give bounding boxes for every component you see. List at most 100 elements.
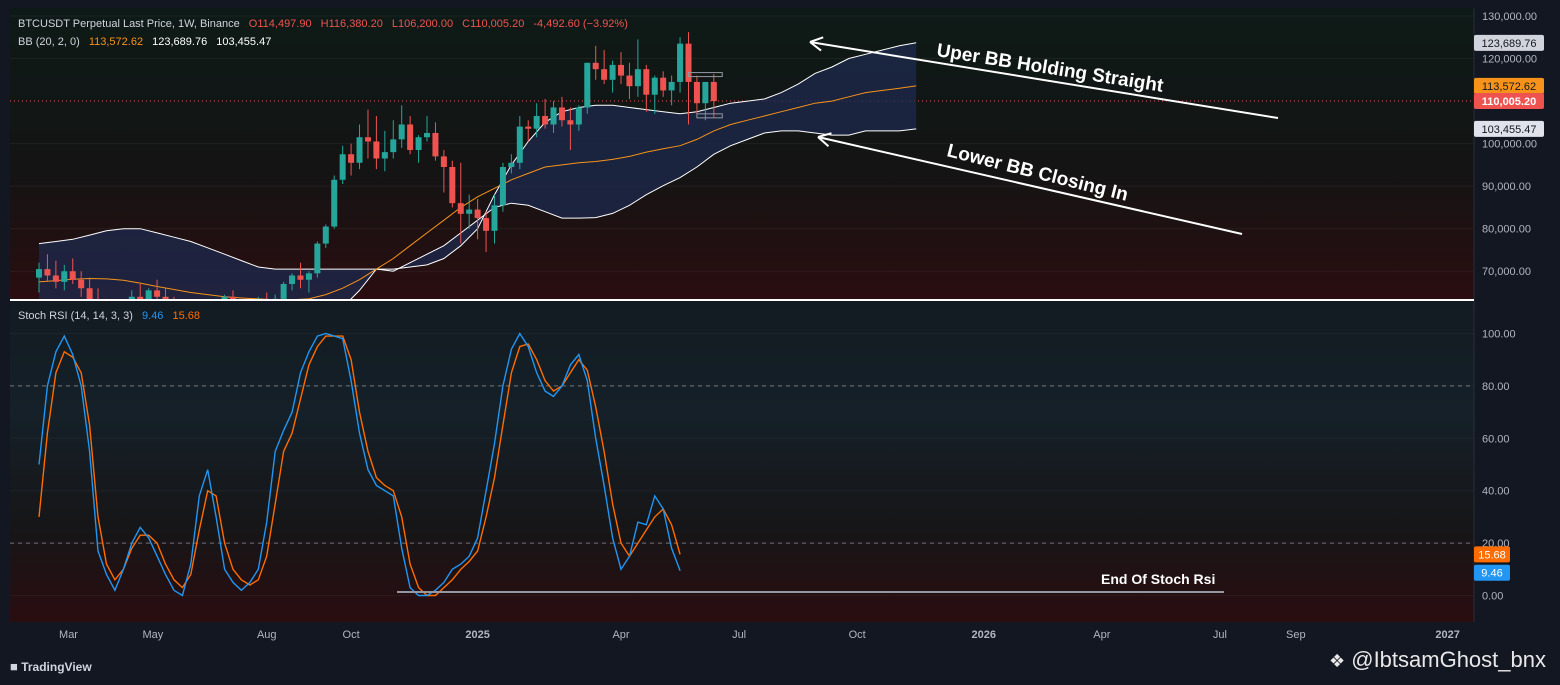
x-tick-label: Apr bbox=[1093, 629, 1110, 641]
bb-upper-value: 123,689.76 bbox=[152, 36, 208, 48]
candle-body bbox=[432, 132, 439, 157]
candle-body bbox=[314, 243, 321, 274]
x-tick-label: 2026 bbox=[971, 629, 995, 641]
candle-body bbox=[668, 81, 675, 91]
candle-body bbox=[710, 81, 717, 102]
stoch-label: Stoch RSI (14, 14, 3, 3) bbox=[18, 310, 133, 322]
candle-body bbox=[373, 141, 380, 159]
tradingview-logo[interactable]: ■ TradingView bbox=[10, 659, 92, 674]
candle-body bbox=[592, 62, 599, 70]
candle-body bbox=[618, 64, 625, 76]
candle-body bbox=[154, 290, 161, 297]
candle-body bbox=[415, 137, 422, 150]
bb-header: BB (20, 2, 0) 113,572.62 123,689.76 103,… bbox=[18, 36, 277, 48]
ohlc-high: H116,380.20 bbox=[320, 18, 383, 30]
candle-body bbox=[634, 69, 641, 87]
stoch-k-value: 9.46 bbox=[142, 310, 164, 322]
candle-body bbox=[407, 124, 414, 150]
x-tick-label: Oct bbox=[849, 629, 866, 641]
candle-body bbox=[381, 152, 388, 159]
candle-body bbox=[61, 271, 68, 282]
candle-body bbox=[575, 107, 582, 125]
footer bbox=[0, 652, 1560, 685]
price-tick-label: 90,000.00 bbox=[1482, 181, 1531, 193]
candle-body bbox=[348, 154, 355, 163]
candle-body bbox=[457, 203, 464, 214]
bb-label: BB (20, 2, 0) bbox=[18, 36, 80, 48]
x-tick-label: 2025 bbox=[465, 629, 489, 641]
candle-body bbox=[356, 137, 363, 163]
candle-body bbox=[550, 107, 557, 125]
ohlc-change: -4,492.60 (−3.92%) bbox=[533, 18, 628, 30]
candle-body bbox=[516, 126, 523, 163]
price-axis-label: 113,572.62 bbox=[1482, 81, 1536, 93]
stoch-tick-label: 60.00 bbox=[1482, 433, 1510, 445]
price-axis-label: 123,689.76 bbox=[1481, 38, 1536, 50]
x-tick-label: Aug bbox=[257, 629, 277, 641]
stoch-tick-label: 0.00 bbox=[1482, 591, 1503, 603]
price-tick-label: 120,000.00 bbox=[1482, 54, 1537, 66]
x-tick-label: Oct bbox=[343, 629, 360, 641]
x-tick-label: Mar bbox=[59, 629, 78, 641]
x-tick-label: 2027 bbox=[1435, 629, 1459, 641]
price-header: BTCUSDT Perpetual Last Price, 1W, Binanc… bbox=[18, 18, 634, 30]
bb-lower-value: 103,455.47 bbox=[216, 36, 272, 48]
stoch-header: Stoch RSI (14, 14, 3, 3) 9.46 15.68 bbox=[18, 310, 206, 322]
price-axis-label: 103,455.47 bbox=[1481, 124, 1536, 136]
candle-body bbox=[364, 137, 371, 142]
candle-body bbox=[466, 209, 473, 214]
candle-body bbox=[660, 77, 667, 91]
stoch-tick-label: 80.00 bbox=[1482, 381, 1510, 393]
candle-body bbox=[567, 120, 574, 125]
price-tick-label: 100,000.00 bbox=[1482, 139, 1537, 151]
candle-body bbox=[424, 132, 431, 138]
candle-body bbox=[305, 273, 312, 280]
bb-basis-value: 113,572.62 bbox=[88, 36, 144, 48]
candle-body bbox=[483, 218, 490, 231]
candle-body bbox=[508, 162, 515, 168]
ohlc-open: O114,497.90 bbox=[248, 18, 312, 30]
x-tick-label: Sep bbox=[1286, 629, 1306, 641]
candle-body bbox=[69, 271, 76, 280]
candle-body bbox=[36, 269, 42, 278]
candle-body bbox=[280, 283, 287, 299]
annotation-text-stoch: End Of Stoch Rsi bbox=[1101, 571, 1215, 587]
candle-body bbox=[626, 75, 633, 87]
binance-icon: ❖ bbox=[1328, 651, 1346, 671]
candle-body bbox=[542, 115, 549, 125]
x-tick-label: Jul bbox=[1213, 629, 1227, 641]
candle-body bbox=[322, 226, 329, 244]
candle-body bbox=[390, 139, 397, 153]
candle-body bbox=[601, 69, 608, 80]
candle-body bbox=[651, 77, 658, 95]
tradingview-brand: TradingView bbox=[21, 660, 92, 674]
candle-body bbox=[643, 69, 650, 95]
x-tick-label: Apr bbox=[612, 629, 629, 641]
candle-body bbox=[398, 124, 405, 140]
stoch-pane[interactable] bbox=[10, 302, 1474, 622]
tradingview-icon: ■ bbox=[10, 659, 18, 674]
price-tick-label: 70,000.00 bbox=[1482, 266, 1531, 278]
candle-body bbox=[339, 154, 346, 180]
candle-body bbox=[525, 126, 532, 129]
ohlc-close: C110,005.20 bbox=[462, 18, 525, 30]
candle-body bbox=[44, 269, 51, 276]
price-tick-label: 80,000.00 bbox=[1482, 224, 1531, 236]
stoch-d-axis-label: 15.68 bbox=[1478, 549, 1506, 561]
x-tick-label: May bbox=[142, 629, 163, 641]
candle-body bbox=[533, 115, 540, 129]
candle-body bbox=[474, 209, 481, 219]
candle-body bbox=[331, 179, 338, 227]
candle-body bbox=[584, 62, 591, 108]
symbol-line: BTCUSDT Perpetual Last Price, 1W, Binanc… bbox=[18, 18, 240, 30]
price-tick-label: 130,000.00 bbox=[1482, 11, 1537, 23]
ohlc-low: L106,200.00 bbox=[391, 18, 454, 30]
candle-body bbox=[491, 205, 498, 231]
chart-root: 130,000.00 120,000.00 100,000.00 90,000.00 8… bbox=[0, 0, 1560, 685]
candle-body bbox=[297, 275, 304, 280]
watermark-text: @IbtsamGhost_bnx bbox=[1351, 647, 1546, 672]
stoch-tick-label: 100.00 bbox=[1482, 329, 1516, 341]
stoch-tick-label: 40.00 bbox=[1482, 486, 1510, 498]
candle-body bbox=[499, 167, 506, 206]
candle-body bbox=[609, 64, 616, 80]
